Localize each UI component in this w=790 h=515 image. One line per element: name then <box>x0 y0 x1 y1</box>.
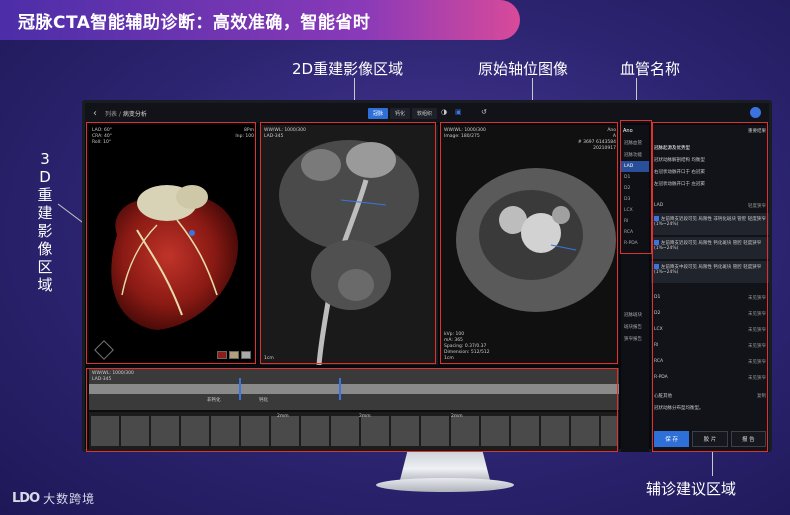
advice-panel: 重要结果 冠脉起源及优势型 冠状动脉解剖结构 均衡型 右冠状动脉开口于 右冠窦 … <box>651 125 769 452</box>
strip-image <box>89 368 619 451</box>
breadcrumb-current: 病变分析 <box>122 110 147 118</box>
advice-line-1: 冠状动脉解剖结构 均衡型 <box>654 158 705 163</box>
vessel-item-d1[interactable]: D1 <box>621 172 649 183</box>
tab-soft-tissue[interactable]: 软组织 <box>412 108 438 119</box>
vessel-footer-plaque[interactable]: 冠脉斑块 <box>621 309 649 321</box>
strip-mark-1: 2mm <box>277 414 289 419</box>
advice-actions: 保 存 胶 片 报 告 <box>654 431 766 447</box>
vessel-list: Ano 冠脉血管 冠脉功能 LAD D1 D2 D3 LCX RI RCA R-… <box>621 125 649 452</box>
slide-title: 冠脉CTA智能辅助诊断：高效准确，智能省时 <box>18 13 371 33</box>
cpr-image <box>261 125 438 365</box>
strip-label-noncalc: 非钙化 <box>207 398 221 403</box>
app-toolbar: ‹ 列表 / 病变分析 冠脉 钙化 软组织 ◑ ▣ ↺ <box>85 103 769 123</box>
vessel-item-d2[interactable]: D2 <box>621 183 649 194</box>
advice-row-d1[interactable]: D1 未见狭窄 <box>654 295 766 301</box>
advice-lad-item-3[interactable]: 左前降支中段可见 局限性 钙化斑块 管腔 轻度狭窄(1%~24%) <box>651 261 769 283</box>
callout-vessel-names: 血管名称 <box>620 60 681 78</box>
vessel-list-header: Ano <box>623 128 633 134</box>
render-thumbnails[interactable] <box>217 351 251 359</box>
slide-title-bar: 冠脉CTA智能辅助诊断：高效准确，智能省时 <box>0 0 520 40</box>
advice-row-d2[interactable]: D2 未见狭窄 <box>654 311 766 317</box>
leader-axial <box>532 78 533 102</box>
strip-info: WW/WL: 1000/300 LAD-345 <box>92 371 134 382</box>
callout-2d-recon: 2D重建影像区域 <box>292 60 404 78</box>
axial-image <box>441 125 619 365</box>
callout-3d-recon: 3D重建影像区域 <box>37 150 53 294</box>
tab-coronary[interactable]: 冠脉 <box>368 108 389 119</box>
advice-other-text: 冠状动脉分布型均衡型。 <box>654 406 704 411</box>
pane-3d-info: LAO: 60° CRA: 40° Roll: 10° <box>92 128 113 145</box>
save-button[interactable]: 保 存 <box>654 431 690 447</box>
advice-lad-item-2[interactable]: 左前降支近段可见 局限性 钙化斑块 管腔 轻度狭窄(1%~24%) <box>651 237 769 259</box>
checkbox-icon <box>654 216 659 221</box>
callout-axial: 原始轴位图像 <box>478 60 569 78</box>
vessel-item-r-pda[interactable]: R-PDA <box>621 238 649 249</box>
advice-line-3: 左冠状动脉开口于 左冠窦 <box>654 182 705 187</box>
advice-row-rca[interactable]: RCA 未见狭窄 <box>654 359 766 365</box>
pane-2d-scale: 1cm <box>264 356 274 361</box>
vessel-group-coronary[interactable]: 冠脉血管 <box>621 137 649 149</box>
checkbox-icon <box>654 240 659 245</box>
leader-2d <box>354 78 355 102</box>
pane-axial-params: kVp: 100 mA: 365 Spacing: 0.37/0.37 Dime… <box>444 332 490 361</box>
strip-mark-2: 2mm <box>359 414 371 419</box>
vessel-item-lad[interactable]: LAD <box>621 161 649 172</box>
advice-lad-row[interactable]: LAD 轻度狭窄 <box>654 203 766 209</box>
vessel-footer-plaque-report[interactable]: 斑块报告 <box>621 321 649 333</box>
vessel-item-lcx[interactable]: LCX <box>621 205 649 216</box>
orientation-cube-icon[interactable] <box>94 340 114 360</box>
leader-vessel <box>636 78 637 102</box>
advice-row-lcx[interactable]: LCX 未见狭窄 <box>654 327 766 333</box>
callout-advice: 辅诊建议区域 <box>646 480 737 498</box>
vessel-footer-stenosis-report[interactable]: 狭窄报告 <box>621 333 649 345</box>
monitor-stand <box>400 452 490 480</box>
copy-button[interactable]: 复制 <box>757 393 766 399</box>
brand-logo: LDO 大数跨境 <box>12 490 95 507</box>
pane-straightened-strip[interactable]: WW/WL: 1000/300 LAD-345 非钙化 钙化 2mm 2mm 2… <box>89 368 619 451</box>
brand-mark: LDO <box>12 491 40 506</box>
pane-3d-recon[interactable]: LAO: 60° CRA: 40° Roll: 10° 8Pm Inp: 100 <box>89 125 257 365</box>
pane-axial[interactable]: WW/WL: 1000/300 Image: 180/275 Ano A # 3… <box>441 125 619 365</box>
advice-row-ri[interactable]: RI 未见狭窄 <box>654 343 766 349</box>
breadcrumb-list[interactable]: 列表 <box>105 111 117 118</box>
advice-head: 冠脉起源及优势型 <box>654 146 690 151</box>
important-results-toggle[interactable]: 重要结果 <box>654 128 766 134</box>
breadcrumb: 列表 / 病变分析 <box>105 110 147 118</box>
advice-row-r-pda[interactable]: R-PDA 未见狭窄 <box>654 375 766 381</box>
advice-lad-item-1[interactable]: 左前降支近段可见 局限性 非钙化斑块 管腔 轻度狭窄(1%~24%) <box>651 213 769 235</box>
vessel-item-d3[interactable]: D3 <box>621 194 649 205</box>
brand-name: 大数跨境 <box>43 492 96 506</box>
strip-label-calc: 钙化 <box>259 398 268 403</box>
advice-other-row: 心脏其他 复制 <box>654 393 766 399</box>
undo-icon[interactable]: ↺ <box>481 108 487 116</box>
back-icon[interactable]: ‹ <box>93 108 97 119</box>
pane-2d-info: WW/WL: 1000/300 LAD-345 <box>264 128 306 139</box>
monitor-base <box>376 478 514 492</box>
contrast-icon[interactable]: ◑ <box>441 108 447 116</box>
pane-2d-recon[interactable]: WW/WL: 1000/300 LAD-345 1cm <box>261 125 438 365</box>
checkbox-icon <box>654 264 659 269</box>
layout-icon[interactable]: ▣ <box>455 108 462 116</box>
film-button[interactable]: 胶 片 <box>692 431 728 447</box>
vessel-item-rca[interactable]: RCA <box>621 227 649 238</box>
advice-line-2: 右冠状动脉开口于 右冠窦 <box>654 170 705 175</box>
vessel-group-function[interactable]: 冠脉功能 <box>621 149 649 161</box>
monitor-screen: ‹ 列表 / 病变分析 冠脉 钙化 软组织 ◑ ▣ ↺ LAO: 60° CRA… <box>82 100 772 452</box>
tab-calcification[interactable]: 钙化 <box>390 108 411 119</box>
pane-3d-info-right: 8Pm Inp: 100 <box>235 128 254 139</box>
pane-axial-info-right: Ano A # 3697 6143584 20210917 <box>577 128 616 151</box>
mode-tabs: 冠脉 钙化 软组织 <box>368 108 438 119</box>
strip-mark-3: 2mm <box>451 414 463 419</box>
avatar[interactable] <box>750 107 761 118</box>
vessel-item-ri[interactable]: RI <box>621 216 649 227</box>
leader-advice <box>712 452 713 476</box>
heart-3d-render <box>111 185 239 330</box>
pane-axial-info: WW/WL: 1000/300 Image: 180/275 <box>444 128 486 139</box>
report-button[interactable]: 报 告 <box>730 431 766 447</box>
